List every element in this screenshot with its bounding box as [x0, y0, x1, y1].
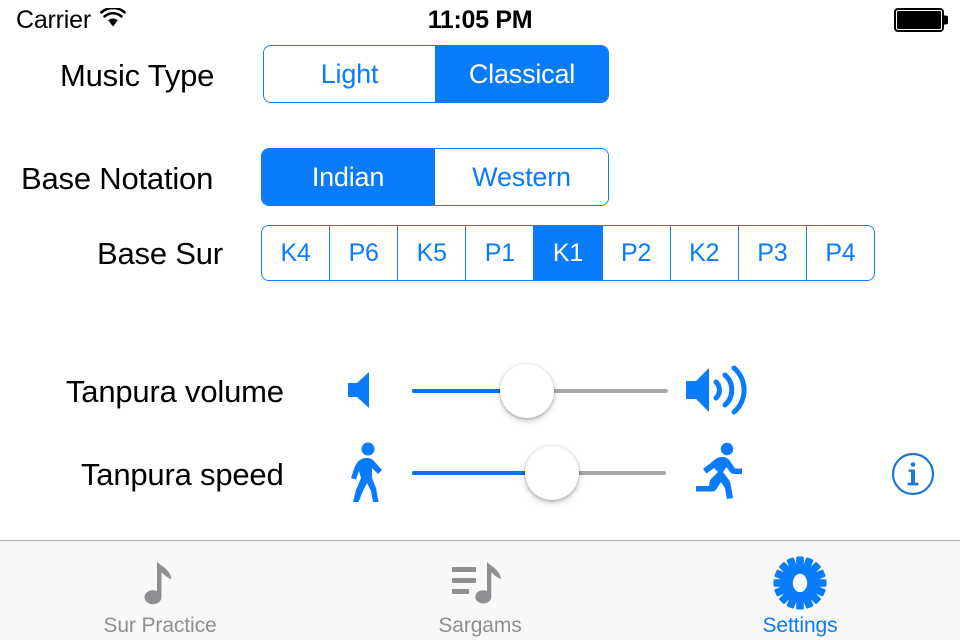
- base-sur-segmented-control[interactable]: K4 P6 K5 P1 K1 P2 K2 P3 P4: [261, 225, 875, 281]
- gear-icon: [773, 556, 827, 610]
- speed-slider-thumb[interactable]: [524, 446, 579, 500]
- base-notation-segmented-control[interactable]: Indian Western: [261, 148, 609, 206]
- tanpura-speed-slider[interactable]: [412, 446, 666, 500]
- base-sur-option-k4[interactable]: K4: [262, 226, 331, 280]
- walking-person-icon: [344, 442, 386, 509]
- speaker-wave-icon: [684, 362, 756, 423]
- battery-icon: [894, 8, 944, 32]
- tanpura-speed-label: Tanpura speed: [81, 457, 284, 492]
- tab-label-sargams: Sargams: [438, 614, 522, 637]
- speaker-mute-icon: [344, 369, 388, 416]
- base-sur-option-p2[interactable]: P2: [602, 226, 671, 280]
- tab-bar: Sur Practice Sargams Settings: [0, 540, 960, 640]
- base-sur-option-k2[interactable]: K2: [670, 226, 739, 280]
- running-person-icon: [692, 442, 744, 505]
- music-type-option-light[interactable]: Light: [264, 46, 436, 102]
- status-bar-left: Carrier: [16, 6, 126, 35]
- base-sur-option-p3[interactable]: P3: [738, 226, 807, 280]
- music-list-icon: [451, 558, 509, 608]
- base-notation-option-indian[interactable]: Indian: [262, 149, 435, 205]
- base-notation-label: Base Notation: [21, 161, 214, 196]
- base-notation-option-western[interactable]: Western: [435, 149, 608, 205]
- base-sur-option-k1[interactable]: K1: [534, 226, 603, 280]
- tab-label-sur-practice: Sur Practice: [103, 614, 217, 637]
- base-sur-option-k5[interactable]: K5: [398, 226, 467, 280]
- tab-sargams[interactable]: Sargams: [320, 541, 640, 640]
- info-circle-icon: [891, 452, 935, 496]
- base-sur-option-p1[interactable]: P1: [466, 226, 535, 280]
- tab-settings[interactable]: Settings: [640, 541, 960, 640]
- base-sur-option-p4[interactable]: P4: [806, 226, 874, 280]
- settings-panel: Music Type Light Classical Base Notation…: [0, 40, 960, 540]
- tab-label-settings: Settings: [762, 614, 838, 637]
- music-note-icon: [140, 558, 180, 608]
- status-bar: Carrier 11:05 PM: [0, 0, 960, 40]
- music-type-option-classical[interactable]: Classical: [436, 46, 608, 102]
- info-button[interactable]: [891, 452, 935, 496]
- wifi-icon: [100, 6, 126, 35]
- tab-sur-practice[interactable]: Sur Practice: [0, 541, 320, 640]
- carrier-label: Carrier: [16, 5, 91, 34]
- tanpura-volume-slider[interactable]: [412, 364, 668, 418]
- base-sur-option-p6[interactable]: P6: [330, 226, 399, 280]
- base-sur-label: Base Sur: [97, 236, 223, 271]
- status-bar-right: [894, 8, 944, 32]
- tanpura-volume-label: Tanpura volume: [66, 374, 284, 409]
- volume-slider-thumb[interactable]: [500, 364, 555, 418]
- clock-label: 11:05 PM: [427, 5, 533, 34]
- music-type-label: Music Type: [60, 58, 215, 93]
- music-type-segmented-control[interactable]: Light Classical: [263, 45, 609, 103]
